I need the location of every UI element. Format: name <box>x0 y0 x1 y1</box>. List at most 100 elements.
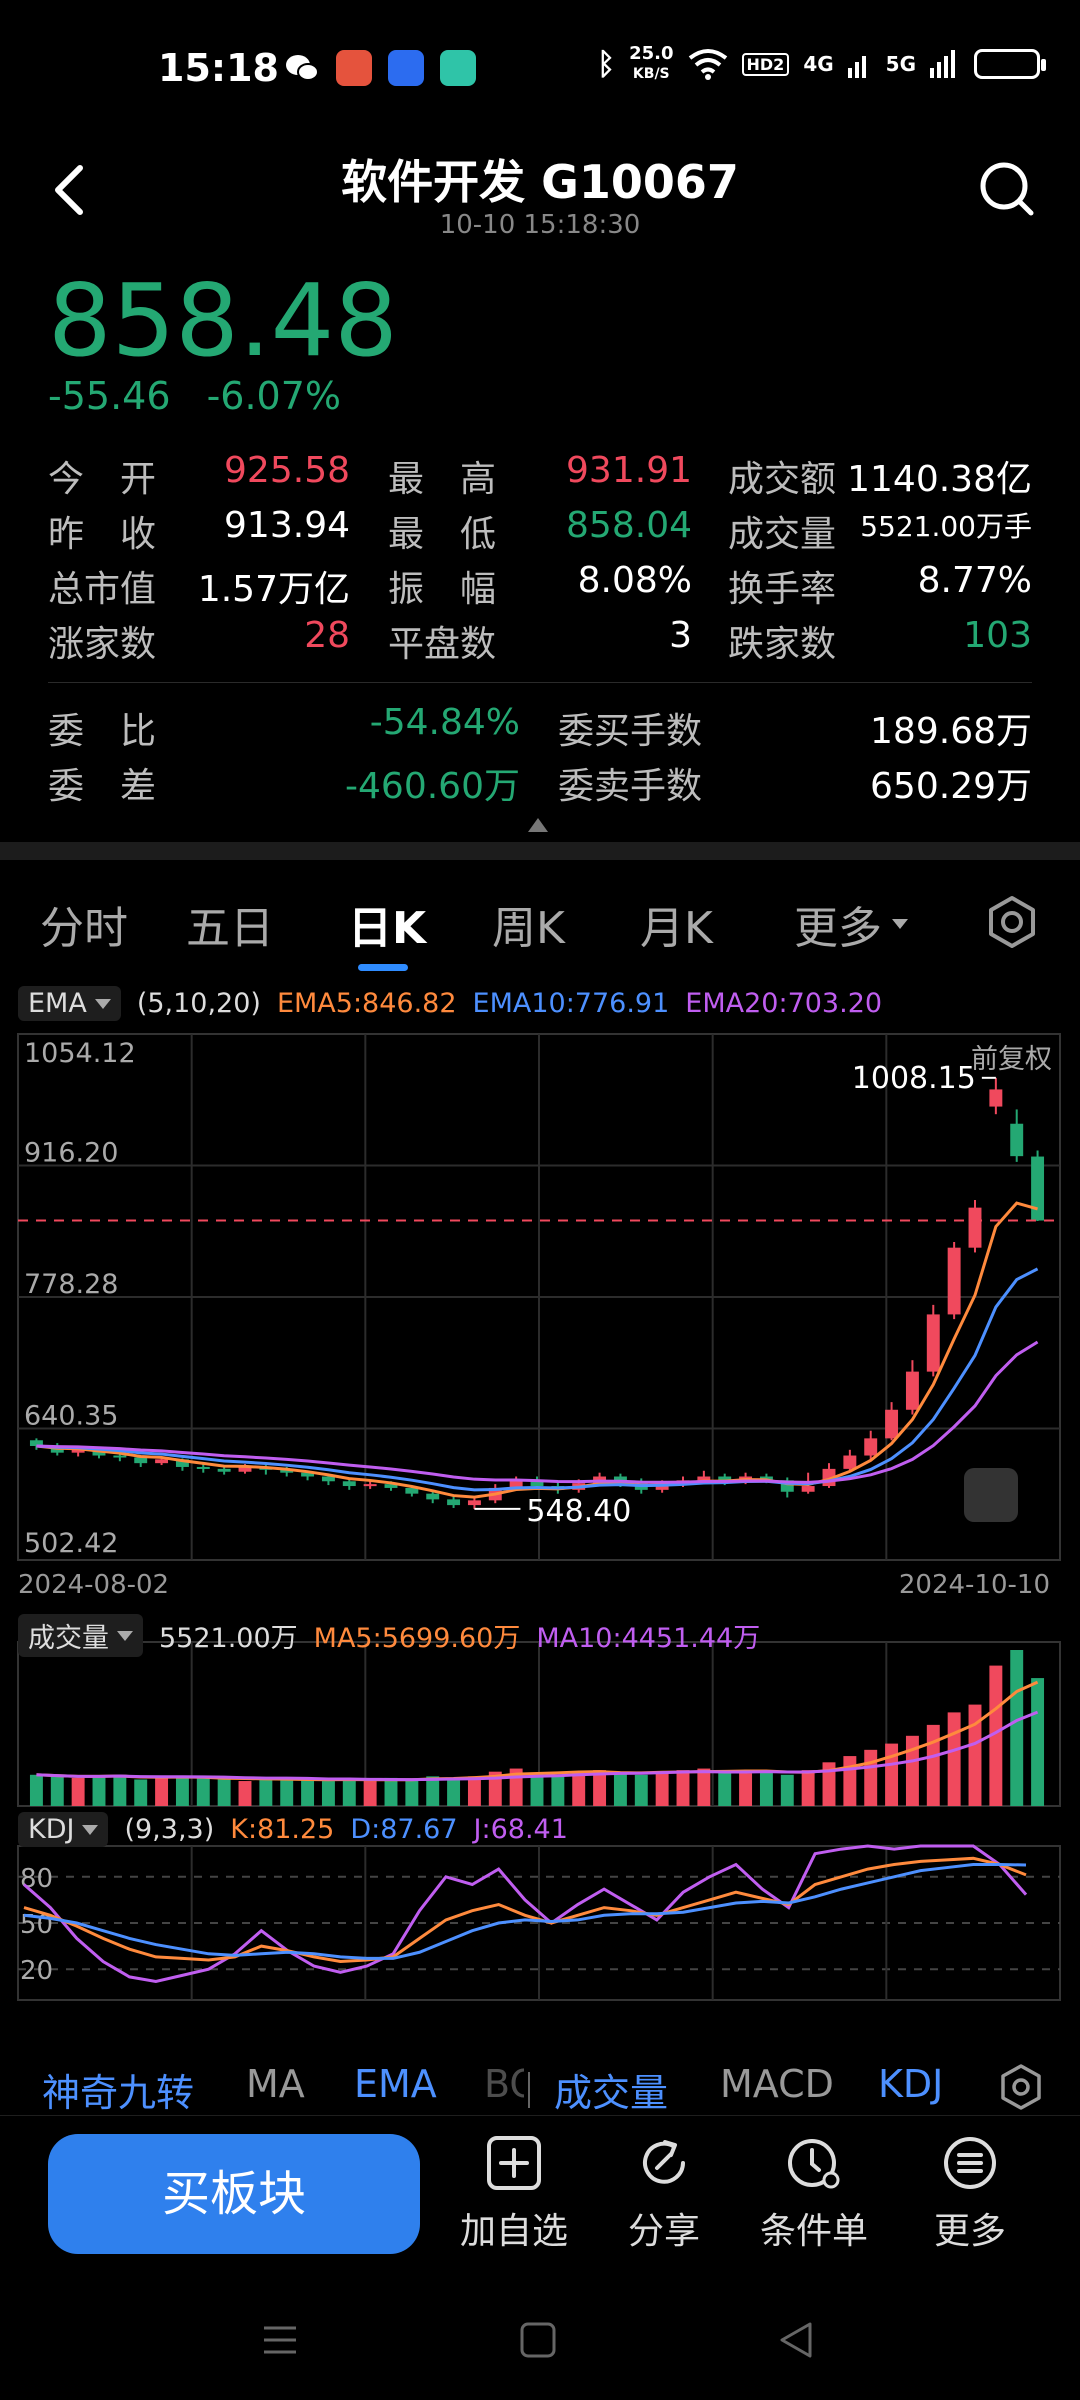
collapse-caret-icon[interactable] <box>528 818 548 832</box>
volume-bar <box>655 1771 669 1806</box>
active-tab-indicator <box>358 964 408 971</box>
volume-bar <box>530 1773 544 1806</box>
y-tick-label: 1054.12 <box>24 1038 136 1069</box>
order-row: 委 比 -54.84% 委买手数 189.68万 <box>48 702 1032 757</box>
stat-value: 28 <box>304 615 350 656</box>
volume-bar <box>697 1768 711 1806</box>
indicator-boll[interactable]: BO <box>484 2062 524 2106</box>
kdj-legend: KDJ (9,3,3) K:81.25 D:87.67 J:68.41 <box>18 1812 568 1847</box>
candle-body <box>885 1409 899 1439</box>
menu-icon <box>944 2137 996 2189</box>
chart-start-date: 2024-08-02 <box>18 1570 170 1600</box>
y-tick-label: 778.28 <box>24 1269 118 1300</box>
stats-grid: 今 开 925.58 最 高 931.91 成交额 1140.38亿昨 收 913.94 最 … <box>48 450 1032 670</box>
kdj-d-line <box>23 1862 1027 1960</box>
recents-icon[interactable] <box>260 2320 300 2364</box>
add-square-icon <box>487 2136 541 2190</box>
tab-intraday[interactable]: 分时 <box>40 892 128 956</box>
wechat-icon <box>284 50 320 86</box>
kdj-k: K:81.25 <box>230 1814 335 1845</box>
kdj-j: J:68.41 <box>473 1814 568 1845</box>
stat-label: 昨 收 <box>48 514 157 555</box>
more-button[interactable]: 更多 <box>900 2134 1040 2254</box>
volume-bar <box>759 1771 773 1806</box>
main-indicator-selector[interactable]: EMA <box>18 986 121 1021</box>
order-label: 委卖手数 <box>558 766 703 807</box>
chart-end-date: 2024-10-10 <box>898 1570 1050 1600</box>
volume-bar <box>155 1777 169 1806</box>
stat-label: 最 高 <box>388 459 497 500</box>
hd-badge: HD2 <box>741 52 790 76</box>
order-label: 委买手数 <box>558 711 703 752</box>
strip-divider <box>0 2115 1080 2116</box>
stats-row: 今 开 925.58 最 高 931.91 成交额 1140.38亿 <box>48 450 1032 505</box>
candle-body <box>926 1314 940 1372</box>
candle-body <box>989 1089 1003 1107</box>
indicator-ma[interactable]: MA <box>246 2062 305 2106</box>
indicator-kdj[interactable]: KDJ <box>878 2062 943 2106</box>
volume-bar <box>405 1779 419 1806</box>
kline-chart[interactable]: 1054.12 916.20 778.28 640.35 502.42 1008.15前复… <box>0 1020 1080 2020</box>
share-label: 分享 <box>627 2211 700 2252</box>
tab-more[interactable]: 更多 <box>794 892 908 956</box>
volume-bar <box>634 1774 648 1806</box>
status-time: 15:18 <box>158 46 279 90</box>
candle-body <box>134 1457 148 1464</box>
y-tick-label: 502.42 <box>24 1528 118 1559</box>
volume-bar <box>947 1712 961 1806</box>
app-notification-icon <box>336 50 372 86</box>
chevron-down-icon <box>117 1630 133 1641</box>
indicator-macd[interactable]: MACD <box>720 2062 834 2106</box>
kdj-indicator-selector[interactable]: KDJ <box>18 1812 109 1847</box>
indicator-volume[interactable]: 成交量 <box>554 2062 668 2117</box>
stat-value: 103 <box>963 615 1032 656</box>
tab-more-label: 更多 <box>794 903 882 954</box>
tab-monthly-k[interactable]: 月K <box>640 892 713 956</box>
order-stats: 委 比 -54.84% 委买手数 189.68万委 差 -460.60万 委卖手数 650.… <box>48 702 1032 812</box>
add-watchlist-button[interactable]: 加自选 <box>444 2134 584 2254</box>
chat-app-icon <box>440 50 476 86</box>
indicator-td-sequential[interactable]: 神奇九转 <box>42 2062 194 2117</box>
tab-weekly-k[interactable]: 周K <box>492 892 565 956</box>
indicator-strip: 神奇九转 MA EMA BO 成交量 MACD KDJ <box>0 2040 1080 2130</box>
volume-bar <box>384 1777 398 1806</box>
volume-bar <box>613 1773 627 1806</box>
indicator-settings-icon[interactable] <box>996 2062 1046 2116</box>
search-icon[interactable] <box>978 160 1036 218</box>
volume-bar <box>551 1774 565 1806</box>
stat-value: 1.57万亿 <box>197 569 350 610</box>
volume-bar <box>926 1724 940 1806</box>
volume-bar <box>259 1779 273 1806</box>
candle-body <box>155 1459 169 1464</box>
settings-icon[interactable] <box>984 894 1040 950</box>
status-bar: 15:18 ᛒ 25.0 KB/S HD2 4G 5G <box>0 0 1080 130</box>
y-tick-label: 640.35 <box>24 1401 118 1432</box>
price-change: -55.46 -6.07% <box>48 374 365 418</box>
order-label: 委 差 <box>48 766 157 807</box>
candle-body <box>363 1484 377 1487</box>
tab-daily-k[interactable]: 日K <box>348 892 426 956</box>
stat-value: 931.91 <box>566 450 692 491</box>
candle-body <box>467 1500 481 1506</box>
stat-label: 最 低 <box>388 514 497 555</box>
home-icon[interactable] <box>518 2320 558 2364</box>
y-tick-label: 916.20 <box>24 1138 118 1169</box>
share-button[interactable]: 分享 <box>594 2134 734 2254</box>
conditional-order-button[interactable]: 条件单 <box>744 2134 884 2254</box>
clock-icon <box>788 2139 840 2189</box>
volume-bar <box>885 1743 899 1806</box>
stat-label: 换手率 <box>728 569 837 610</box>
volume-bar <box>196 1777 210 1806</box>
buy-sector-button[interactable]: 买板块 <box>48 2134 420 2254</box>
add-watchlist-label: 加自选 <box>459 2211 568 2252</box>
candle-body <box>217 1468 231 1472</box>
back-nav-icon[interactable] <box>776 2320 816 2364</box>
tab-five-day[interactable]: 五日 <box>186 892 274 956</box>
volume-indicator-selector[interactable]: 成交量 <box>18 1614 143 1657</box>
stat-value: 8.77% <box>917 560 1032 601</box>
volume-bar <box>447 1777 461 1806</box>
chart-overlay-icon <box>964 1468 1018 1522</box>
indicator-ema[interactable]: EMA <box>354 2062 437 2106</box>
shield-app-icon <box>388 50 424 86</box>
volume-bar <box>1010 1650 1024 1806</box>
